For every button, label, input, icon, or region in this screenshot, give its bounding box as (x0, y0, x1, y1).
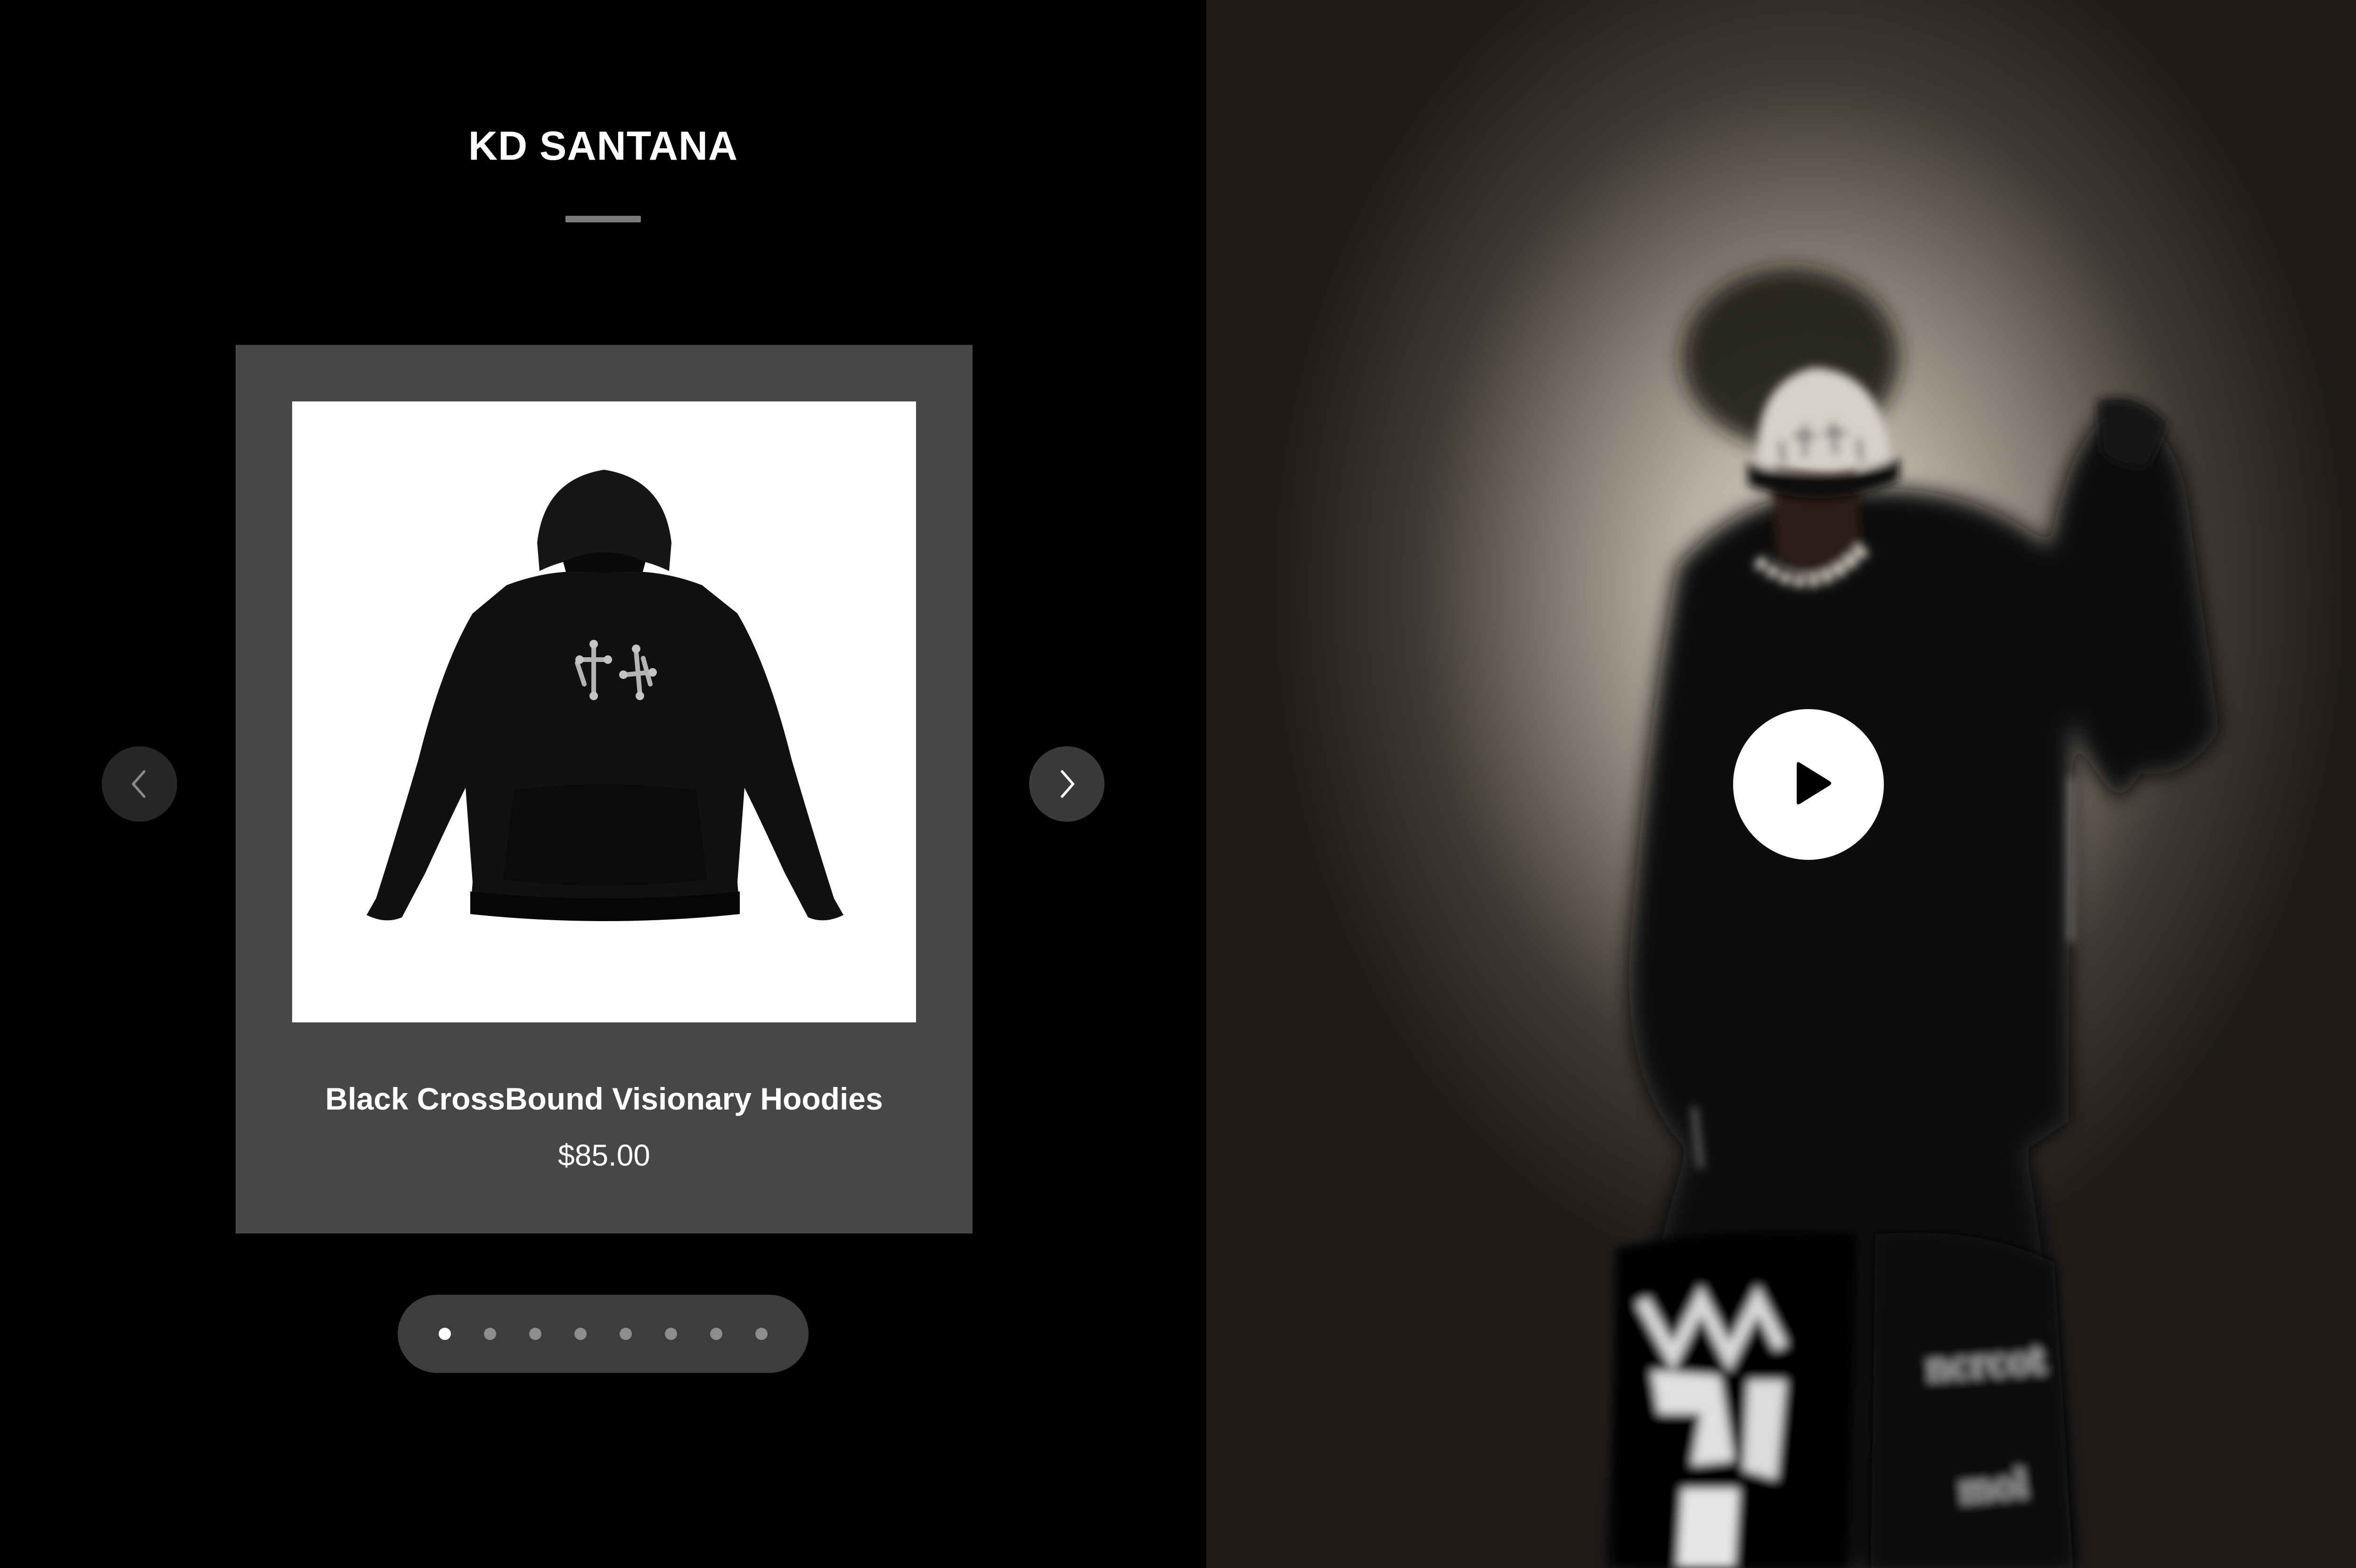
brand-title: KD SANTANA (468, 123, 738, 169)
hoodie-product-image (292, 401, 916, 1022)
video-play-button[interactable] (1733, 709, 1884, 860)
carousel-next-button[interactable] (1029, 746, 1104, 822)
carousel-prev-button[interactable] (102, 746, 177, 822)
carousel-pager (398, 1295, 809, 1373)
pager-dot[interactable] (529, 1328, 541, 1340)
pager-dot[interactable] (484, 1328, 496, 1340)
pager-dot[interactable] (439, 1328, 451, 1340)
pager-dot[interactable] (755, 1328, 768, 1340)
product-image[interactable] (292, 401, 916, 1022)
pager-dot[interactable] (574, 1328, 587, 1340)
video-panel[interactable]: ncrcot mol (1206, 0, 2356, 1568)
shop-panel: KD SANTANA Black CrossBound Visionary Ho… (0, 0, 1206, 1568)
product-card[interactable]: Black CrossBound Visionary Hoodies $85.0… (236, 345, 973, 1233)
svg-text:mol: mol (1957, 1462, 2029, 1512)
pager-dot[interactable] (620, 1328, 632, 1340)
product-price: $85.00 (558, 1138, 650, 1172)
chevron-right-icon (1061, 770, 1074, 798)
chevron-left-icon (132, 770, 146, 798)
pager-dot[interactable] (665, 1328, 677, 1340)
product-name[interactable]: Black CrossBound Visionary Hoodies (236, 1080, 973, 1118)
play-icon (1797, 762, 1832, 805)
svg-text:ncrcot: ncrcot (1925, 1339, 2047, 1389)
pager-dot[interactable] (710, 1328, 722, 1340)
title-divider (565, 216, 641, 222)
